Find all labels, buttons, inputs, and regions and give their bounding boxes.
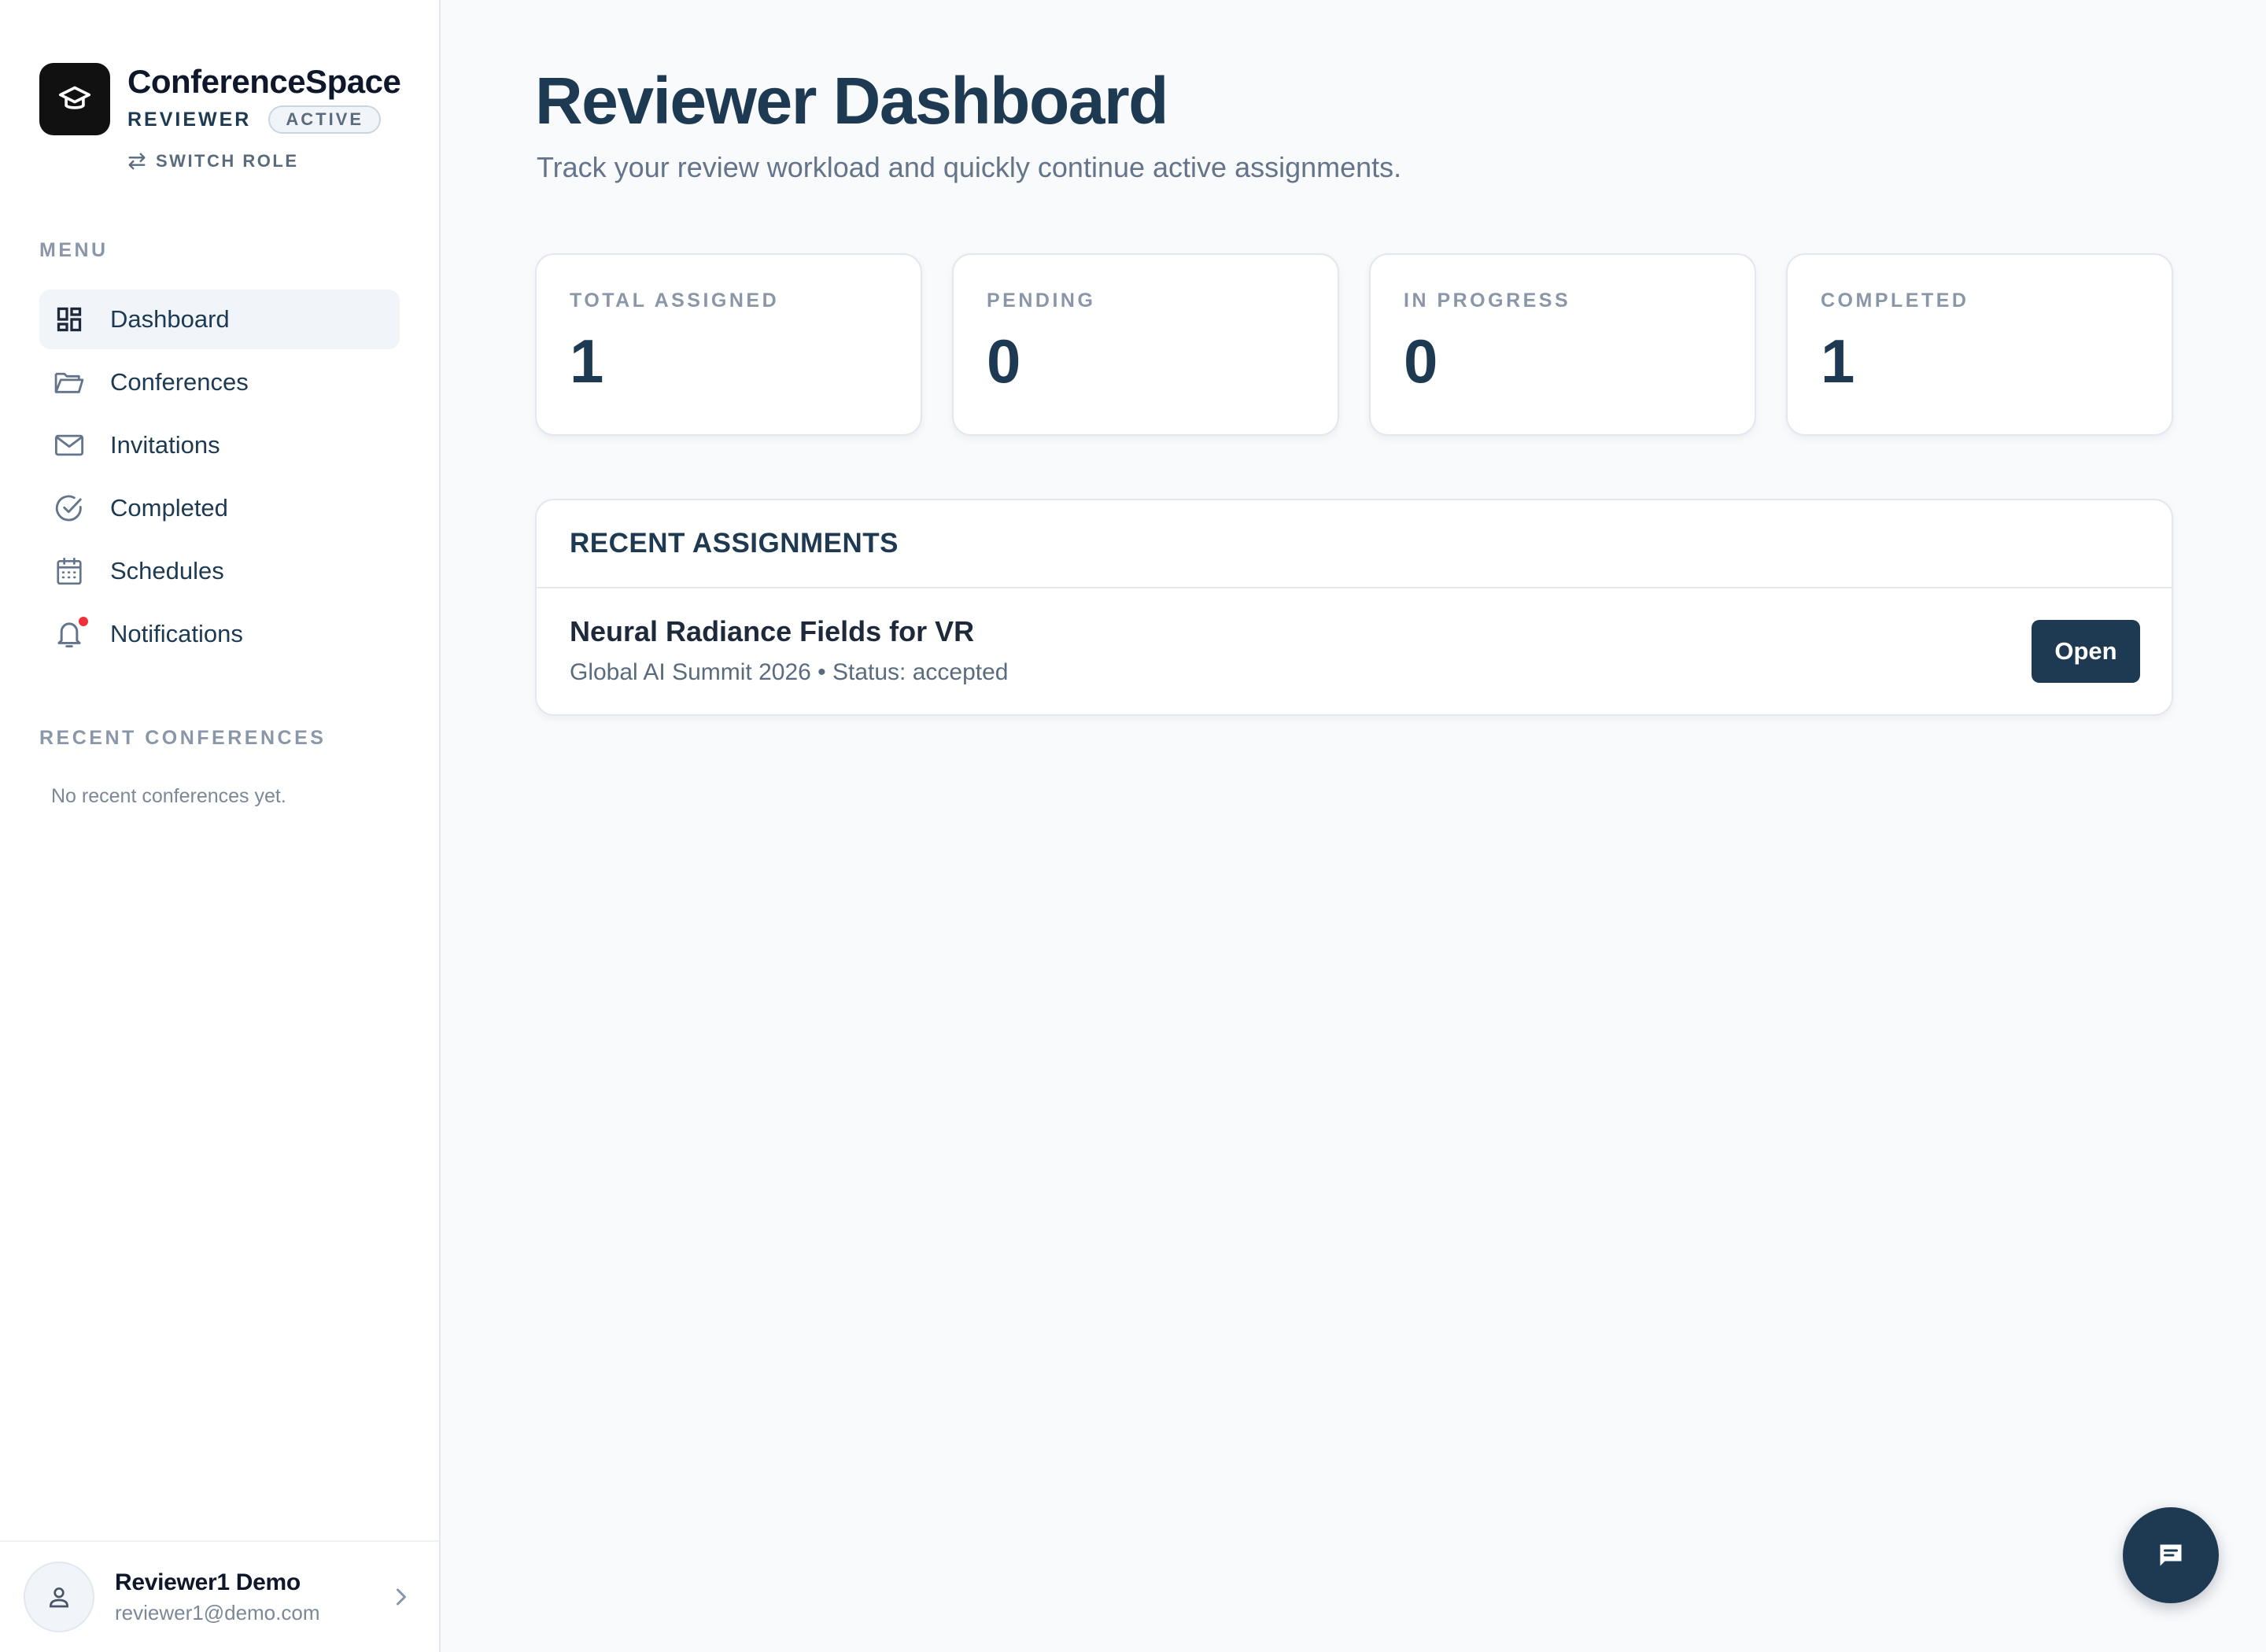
switch-role-button[interactable]: SWITCH ROLE: [126, 151, 299, 171]
sidebar-menu: Dashboard Conferences Invitations Comple…: [39, 289, 400, 667]
stat-value: 1: [570, 326, 604, 396]
check-circle-icon: [54, 492, 85, 524]
sidebar-item-label: Schedules: [110, 557, 224, 584]
user-email: reviewer1@demo.com: [115, 1600, 320, 1624]
recent-conferences-empty: No recent conferences yet.: [51, 785, 286, 807]
stat-label: IN PROGRESS: [1404, 289, 1571, 312]
assignment-meta: Global AI Summit 2026 • Status: accepted: [570, 659, 1009, 685]
brand-text: ConferenceSpace REVIEWER ACTIVE: [127, 63, 401, 135]
swap-arrows-icon: [128, 153, 146, 170]
role-label: REVIEWER: [127, 108, 252, 131]
brand-name: ConferenceSpace: [127, 63, 401, 100]
chat-button[interactable]: [2123, 1507, 2219, 1603]
recent-assignments-panel: RECENT ASSIGNMENTS Neural Radiance Field…: [535, 499, 2173, 716]
page-subtitle: Track your review workload and quickly c…: [537, 151, 1402, 183]
switch-role-label: SWITCH ROLE: [156, 151, 299, 171]
stat-card-completed: COMPLETED 1: [1786, 253, 2173, 436]
unread-notification-dot: [77, 615, 90, 628]
page-title: Reviewer Dashboard: [535, 64, 1168, 138]
stat-value: 0: [987, 326, 1021, 396]
stat-card-pending: PENDING 0: [952, 253, 1339, 436]
graduation-cap-icon: [39, 63, 110, 135]
sidebar-item-notifications[interactable]: Notifications: [39, 604, 400, 664]
user-name: Reviewer1 Demo: [115, 1569, 301, 1595]
user-icon: [49, 1587, 69, 1608]
calendar-icon: [54, 555, 85, 587]
sidebar: ConferenceSpace REVIEWER ACTIVE SWITCH R…: [0, 0, 441, 1652]
brand: ConferenceSpace REVIEWER ACTIVE: [39, 63, 401, 135]
brand-role-row: REVIEWER ACTIVE: [127, 105, 400, 134]
main-content: Reviewer Dashboard Track your review wor…: [441, 0, 2266, 1652]
chevron-right-icon: [397, 1588, 406, 1606]
recent-assignments-heading: RECENT ASSIGNMENTS: [537, 500, 2172, 588]
sidebar-item-schedules[interactable]: Schedules: [39, 541, 400, 601]
app-root: ConferenceSpace REVIEWER ACTIVE SWITCH R…: [0, 0, 2266, 1652]
stats-row: TOTAL ASSIGNED 1 PENDING 0 IN PROGRESS 0…: [535, 253, 2173, 436]
chat-icon: [2160, 1544, 2182, 1566]
stat-value: 1: [1821, 326, 1855, 396]
stat-label: COMPLETED: [1821, 289, 1969, 312]
sidebar-item-conferences[interactable]: Conferences: [39, 352, 400, 412]
sidebar-item-dashboard[interactable]: Dashboard: [39, 289, 400, 349]
avatar: [24, 1562, 94, 1632]
recent-conferences-label: RECENT CONFERENCES: [39, 727, 327, 749]
sidebar-item-label: Notifications: [110, 620, 243, 647]
folder-icon: [54, 367, 85, 398]
user-info: Reviewer1 Demo reviewer1@demo.com: [115, 1569, 319, 1625]
menu-section-label: MENU: [39, 239, 109, 261]
stat-label: TOTAL ASSIGNED: [570, 289, 780, 312]
status-badge: ACTIVE: [268, 105, 382, 134]
assignment-title: Neural Radiance Fields for VR: [570, 615, 975, 647]
dashboard-icon: [54, 304, 85, 335]
bell-icon: [54, 615, 90, 650]
stat-card-in-progress: IN PROGRESS 0: [1369, 253, 1756, 436]
sidebar-item-invitations[interactable]: Invitations: [39, 415, 400, 475]
sidebar-item-label: Dashboard: [110, 305, 230, 333]
sidebar-item-label: Completed: [110, 494, 228, 522]
open-assignment-button[interactable]: Open: [2032, 620, 2140, 683]
mail-icon: [54, 430, 85, 461]
list-item: Neural Radiance Fields for VR Global AI …: [537, 588, 2172, 714]
stat-label: PENDING: [987, 289, 1096, 312]
stat-value: 0: [1404, 326, 1438, 396]
stat-card-total-assigned: TOTAL ASSIGNED 1: [535, 253, 922, 436]
sidebar-item-label: Conferences: [110, 368, 249, 396]
sidebar-item-label: Invitations: [110, 431, 220, 459]
user-profile-menu[interactable]: Reviewer1 Demo reviewer1@demo.com: [0, 1540, 439, 1652]
sidebar-item-completed[interactable]: Completed: [39, 478, 400, 538]
